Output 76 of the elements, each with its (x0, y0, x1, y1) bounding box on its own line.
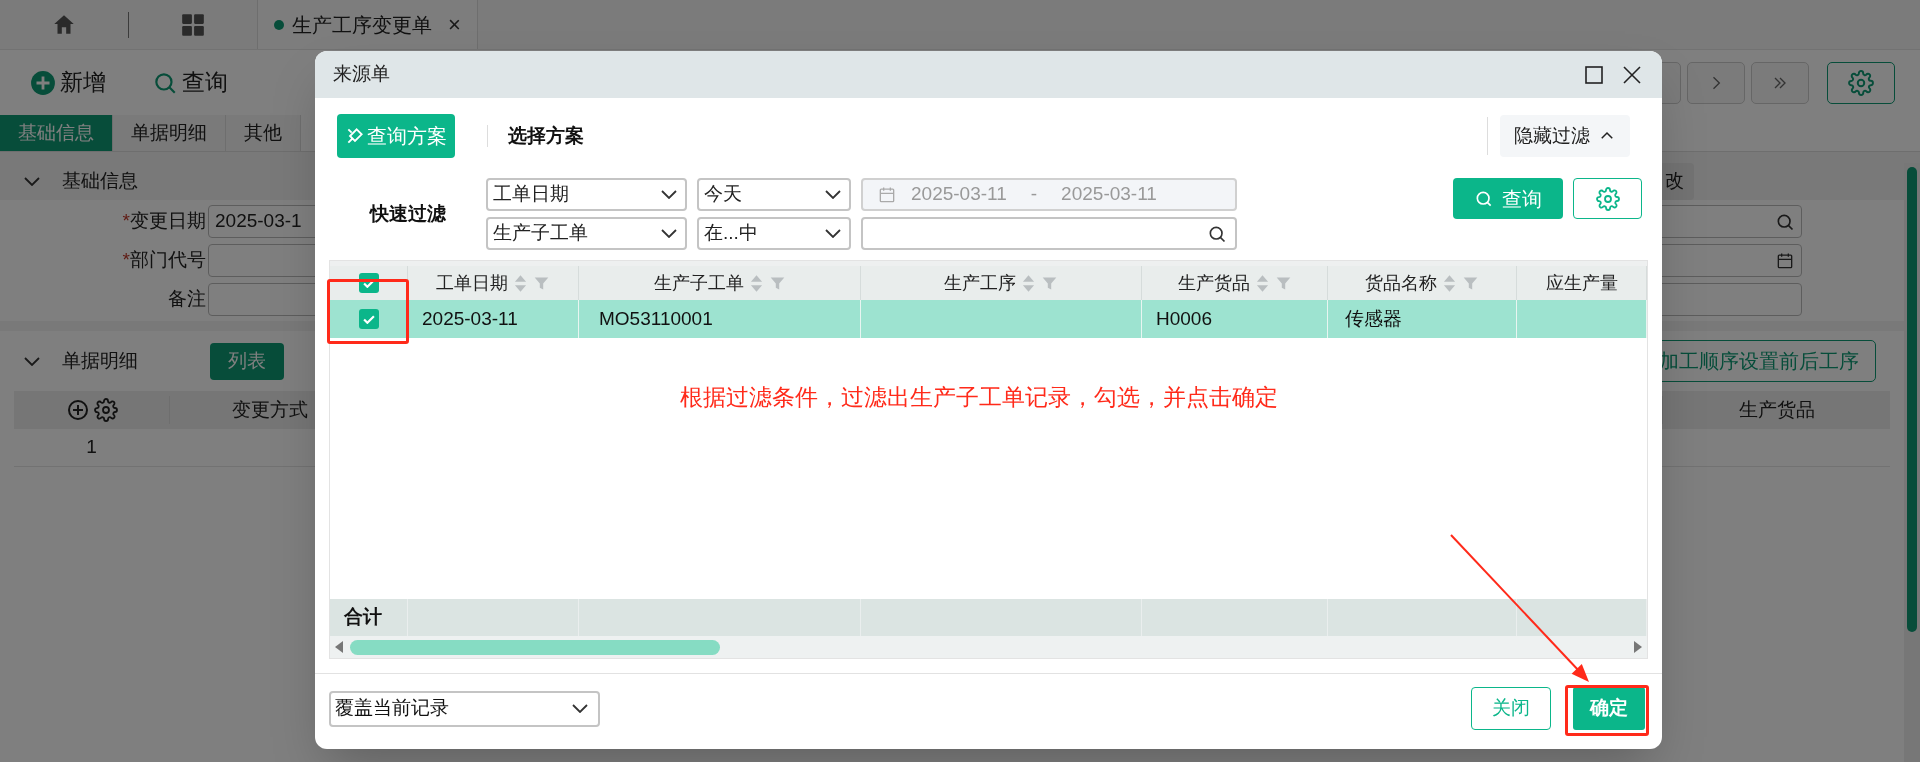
total-label: 合计 (344, 605, 382, 630)
checkbox[interactable] (358, 309, 379, 329)
add-row-icon[interactable] (65, 398, 90, 422)
sort-icon[interactable] (749, 273, 763, 293)
column-header: 应生产量 (1545, 271, 1618, 295)
date-range-field[interactable]: 2025-03-11 - 2025-03-11 (861, 178, 1237, 211)
grid-icon[interactable] (180, 11, 206, 38)
table-cell-text: MO53110001 (599, 306, 713, 331)
chevron-down-icon (825, 190, 841, 199)
field-label: 变更日期 (130, 209, 206, 234)
chevron-down-icon[interactable] (24, 177, 40, 186)
settings-icon (1848, 69, 1874, 96)
dialog-title: 来源单 (333, 62, 390, 87)
confirm-button[interactable]: 确定 (1573, 687, 1645, 730)
settings-button[interactable] (1573, 178, 1642, 219)
sort-icon[interactable] (514, 273, 527, 293)
scheme-label: 选择方案 (508, 123, 584, 148)
settings-icon (1595, 186, 1620, 211)
section-tab[interactable]: 其他 (226, 115, 301, 151)
plus-icon (30, 69, 56, 96)
add-button[interactable]: 新增 (30, 65, 106, 100)
scrollbar-thumb[interactable] (350, 639, 720, 655)
settings-button[interactable] (1827, 61, 1895, 104)
chevron-down-icon[interactable] (24, 356, 40, 366)
chevron-down-icon (661, 229, 677, 238)
close-icon[interactable] (1622, 64, 1642, 85)
sort-icon[interactable] (1255, 273, 1269, 293)
table-cell-text: H0006 (1156, 306, 1212, 331)
column-header: 生产货品 (1177, 271, 1250, 295)
table-cell-text: 传感器 (1345, 306, 1402, 331)
sort-icon[interactable] (1443, 273, 1456, 293)
column-header: 工单日期 (436, 271, 508, 295)
chevron-down-icon (572, 704, 588, 713)
required-mark: * (122, 209, 130, 234)
pencil-ruler-icon (345, 126, 365, 146)
sort-icon[interactable] (1022, 273, 1035, 293)
scroll-left-icon[interactable] (334, 640, 344, 654)
close-button[interactable]: 关闭 (1471, 687, 1551, 730)
section-title: 单据明细 (62, 348, 138, 373)
section-title: 基础信息 (62, 169, 138, 194)
chevron-down-icon (825, 229, 841, 238)
section-tab[interactable]: 单据明细 (113, 115, 226, 151)
field-label: 部门代号 (130, 248, 206, 273)
tab-label: 生产工序变更单 (292, 12, 432, 38)
table-cell-text: 2025-03-11 (422, 306, 518, 331)
scheme-button[interactable]: 查询方案 (337, 114, 455, 158)
dropdown[interactable]: 工单日期 (486, 178, 687, 211)
search-button[interactable]: 查询 (152, 65, 228, 100)
close-button[interactable]: × (448, 8, 461, 41)
filter-label: 快速过滤 (368, 201, 447, 226)
check-icon (362, 314, 375, 324)
search-field[interactable] (861, 217, 1237, 250)
dropdown[interactable]: 在...中 (697, 217, 851, 250)
scrollbar-thumb[interactable] (1907, 167, 1917, 632)
scroll-right-icon[interactable] (1633, 640, 1643, 654)
list-view-button[interactable]: 列表 (210, 342, 284, 380)
last-button[interactable] (1751, 61, 1809, 104)
next-button[interactable] (1687, 61, 1745, 104)
column-header: 生产工序 (944, 271, 1016, 295)
chevron-down-icon (661, 190, 677, 199)
hide-filter-button[interactable]: 隐藏过滤 (1500, 115, 1630, 157)
row-number: 1 (85, 435, 98, 460)
app-tab[interactable]: 生产工序变更单 × (257, 0, 478, 49)
dropdown[interactable]: 生产子工单 (486, 217, 687, 250)
column-header: 生产子工单 (653, 271, 744, 295)
query-button[interactable]: 查询 (1453, 178, 1563, 219)
dropdown[interactable]: 今天 (697, 178, 851, 211)
section-tab[interactable]: 基础信息 (0, 115, 113, 151)
column-header: 货品名称 (1365, 271, 1437, 295)
field-label: 备注 (168, 287, 206, 312)
annotation-text: 根据过滤条件，过滤出生产子工单记录，勾选，并点击确定 (679, 383, 1278, 412)
table-row[interactable]: 2025-03-11 MO53110001 H0006 传感器 (330, 300, 1647, 338)
required-mark: * (122, 248, 130, 273)
dropdown[interactable]: 覆盖当前记录 (329, 690, 600, 727)
settings-icon[interactable] (93, 398, 118, 422)
maximize-icon[interactable] (1584, 64, 1604, 85)
